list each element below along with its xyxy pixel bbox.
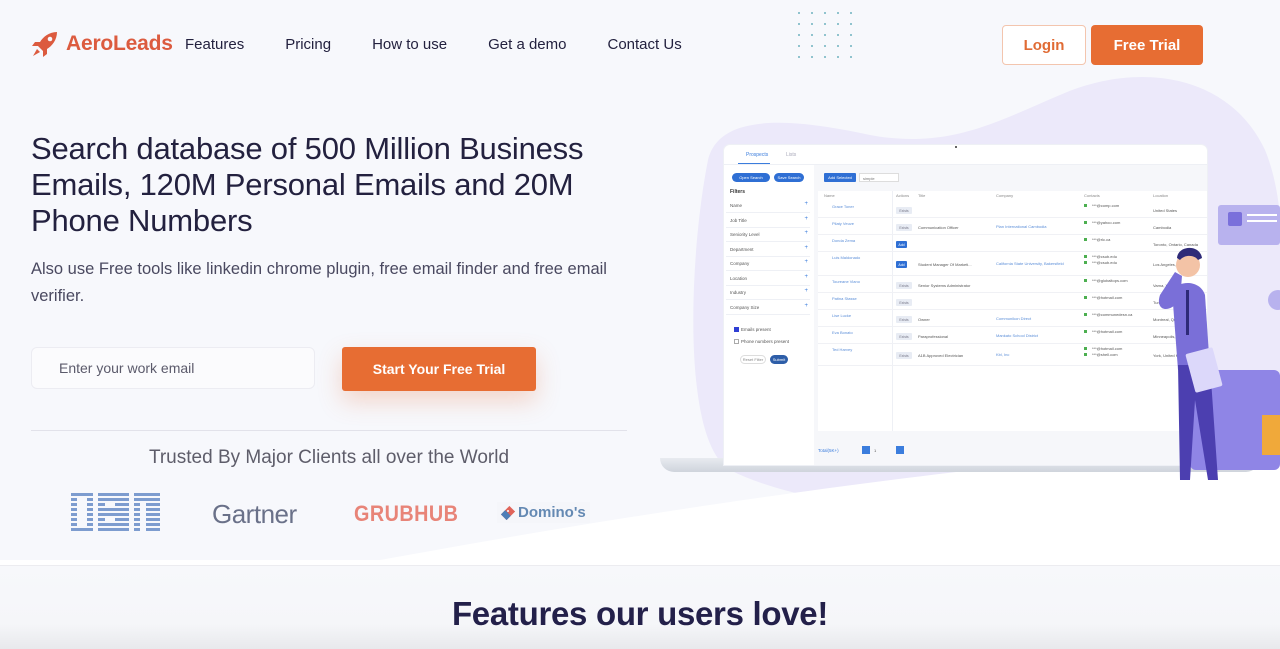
mockup-filters-panel: Open Search Save Search Filters Name Job… — [724, 165, 814, 465]
nav-pricing[interactable]: Pricing — [285, 36, 331, 53]
section-divider — [31, 430, 627, 431]
mockup-table-row: Grace Toner Exists ***@comp.com United Stat… — [818, 201, 1207, 218]
mockup-tab-prospects: Prospects — [746, 152, 769, 158]
mockup-table-row: Pilaty Veuve Exists Communication Officer P… — [818, 218, 1207, 235]
client-logos: Gartner GRUBHUB Domino's — [0, 490, 640, 540]
mockup-table-row: Patina StasseExists***@hotmail.comTurkey — [818, 293, 1207, 310]
mockup-tab-lists: Lists — [786, 152, 797, 158]
decorative-dot-grid — [798, 12, 858, 62]
domino-tile-icon — [501, 505, 515, 520]
mockup-prospects-table: Name Actions Title Company Contacts Loca… — [818, 191, 1207, 431]
hero-title: Search database of 500 Million Business … — [31, 131, 584, 238]
nav-features[interactable]: Features — [185, 36, 244, 53]
mockup-table-row: Lise Lucke Exists Owner Communikon Direct **… — [818, 310, 1207, 327]
nav-contact-us[interactable]: Contact Us — [608, 36, 682, 53]
main-menu: Features Pricing How to use Get a demo C… — [185, 36, 723, 53]
gartner-logo: Gartner — [212, 499, 297, 529]
mockup-table-row: Toureane Viano Exists Senior Systems Admin… — [818, 276, 1207, 293]
dominos-logo: Domino's — [497, 502, 590, 523]
start-free-trial-button[interactable]: Start Your Free Trial — [342, 347, 536, 391]
login-button[interactable]: Login — [1002, 25, 1086, 65]
mockup-table-row: Eva Bonato Exists Paraprofessional Mankato … — [818, 327, 1207, 344]
trusted-heading: Trusted By Major Clients all over the Wo… — [148, 447, 510, 468]
mockup-results-panel: Add Selected simple Name Actions Title C… — [814, 165, 1207, 465]
grubhub-logo: GRUBHUB — [354, 501, 459, 526]
mockup-table-row: Ted Harvey Exists A1B Approved Electrician… — [818, 344, 1207, 366]
hero-subtitle: Also use Free tools like linkedin chrome… — [31, 260, 607, 305]
mockup-table-row: Donda Zema Add ***@rlc.ca Toronto, Ontario,… — [818, 235, 1207, 252]
brand-name: AeroLeads — [66, 32, 173, 55]
ibm-logo — [71, 493, 160, 531]
rocket-icon — [32, 32, 57, 57]
work-email-input[interactable] — [31, 347, 315, 389]
top-navbar: AeroLeads Features Pricing How to use Ge… — [0, 0, 1280, 90]
nav-how-to-use[interactable]: How to use — [372, 36, 447, 53]
features-heading: Features our users love! — [451, 595, 829, 632]
laptop-app-mockup: Prospects Lists Open Search Save Search … — [724, 145, 1207, 465]
businessman-illustration — [1158, 205, 1280, 480]
brand-logo[interactable]: AeroLeads — [30, 29, 173, 59]
nav-get-a-demo[interactable]: Get a demo — [488, 36, 566, 53]
free-trial-button[interactable]: Free Trial — [1091, 25, 1203, 65]
mockup-table-row: Luis Maldonado Add Student Manager Of Mark… — [818, 252, 1207, 276]
